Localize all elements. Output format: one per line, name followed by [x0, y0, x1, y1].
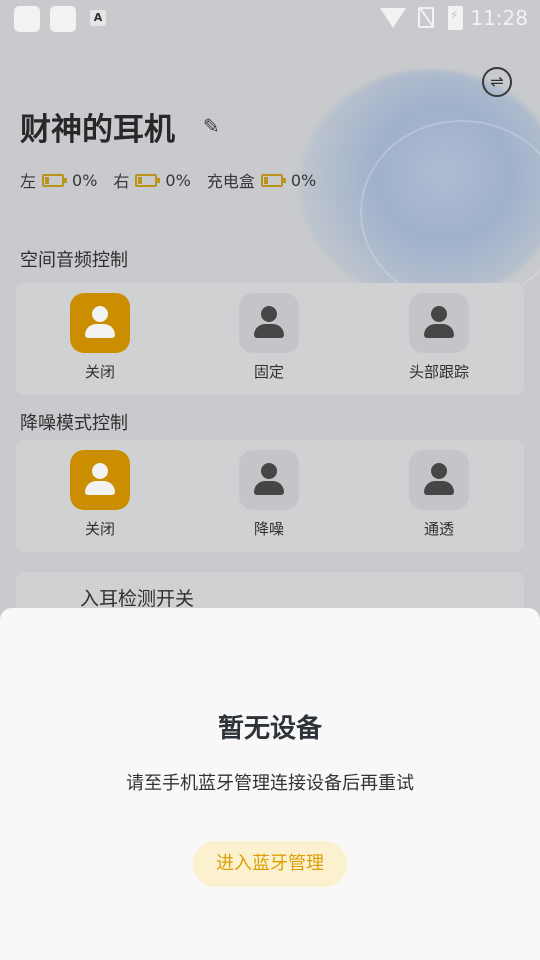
- bottom-sheet: 暂无设备 请至手机蓝牙管理连接设备后再重试 进入蓝牙管理: [0, 608, 540, 960]
- sheet-title: 暂无设备: [217, 714, 322, 744]
- open-bluetooth-settings-button[interactable]: 进入蓝牙管理: [193, 841, 347, 887]
- sheet-description: 请至手机蓝牙管理连接设备后再重试: [126, 773, 414, 794]
